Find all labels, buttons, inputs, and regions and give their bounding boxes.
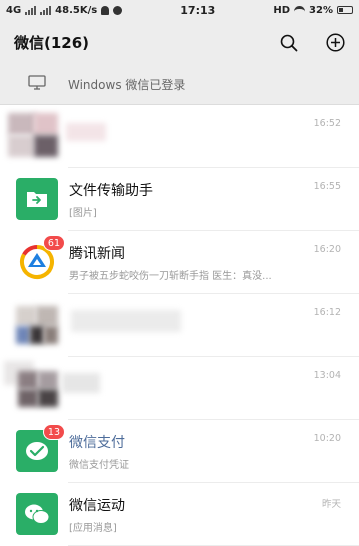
chat-time: 16:55	[313, 181, 341, 192]
avatar	[16, 304, 181, 346]
chat-item-blurred-1[interactable]: 16:52	[0, 105, 359, 168]
chat-time: 16:52	[313, 118, 341, 129]
battery-percent: 32%	[309, 4, 333, 16]
pc-login-bar[interactable]: Windows 微信已登录	[0, 65, 359, 105]
chat-item-tencent-news[interactable]: 61 腾讯新闻 男子被五步蛇咬伤一刀斩断手指 医生：真没... 16:20	[0, 231, 359, 294]
chat-item-wechat-sport[interactable]: 微信运动 [应用消息] 昨天	[0, 483, 359, 546]
search-icon[interactable]	[279, 33, 299, 53]
unread-badge: 61	[42, 235, 65, 251]
wifi-icon	[294, 6, 306, 14]
notification-icon	[101, 5, 110, 15]
signal-icon	[25, 5, 37, 15]
chat-preview: [图片]	[69, 208, 97, 219]
chat-item-wechat-pay[interactable]: 13 微信支付 微信支付凭证 10:20	[0, 420, 359, 483]
wechat-sport-icon	[16, 493, 58, 535]
file-transfer-icon	[16, 178, 58, 220]
pc-login-text: Windows 微信已登录	[68, 78, 186, 92]
hd-indicator: HD	[273, 4, 291, 16]
wechat-pay-icon: 13	[16, 424, 65, 472]
unread-badge: 13	[42, 424, 65, 440]
add-circle-icon[interactable]	[325, 33, 345, 53]
app-header: 微信(126)	[0, 20, 359, 65]
chat-item-blurred-2[interactable]: 16:12	[0, 294, 359, 357]
network-type: 4G	[6, 4, 22, 16]
monitor-icon	[28, 75, 46, 94]
chat-list: 16:52 文件传输助手 [图片] 16:55 61 腾讯新闻 男子被五步蛇咬伤…	[0, 105, 359, 546]
battery-icon	[336, 6, 353, 14]
avatar	[8, 113, 106, 157]
app-notification-icon	[113, 5, 123, 15]
tencent-news-icon: 61	[16, 235, 65, 283]
avatar	[4, 361, 100, 409]
chat-time: 昨天	[321, 499, 341, 510]
network-speed: 48.5K/s	[55, 4, 98, 16]
clock: 17:13	[180, 3, 216, 17]
chat-time: 10:20	[313, 433, 341, 444]
chat-time: 16:20	[313, 244, 341, 255]
chat-preview: [应用消息]	[69, 523, 117, 534]
signal-2-icon	[40, 5, 52, 15]
page-title: 微信(126)	[14, 34, 90, 52]
chat-item-blurred-3[interactable]: 13:04	[0, 357, 359, 420]
status-bar: 4G 48.5K/s 17:13 HD 32%	[0, 0, 359, 20]
chat-time: 13:04	[313, 370, 341, 381]
chat-preview: 微信支付凭证	[69, 460, 129, 471]
chat-name: 微信运动	[69, 498, 125, 514]
chat-preview: 男子被五步蛇咬伤一刀斩断手指 医生：真没...	[69, 271, 272, 282]
chat-time: 16:12	[313, 307, 341, 318]
chat-item-file-transfer[interactable]: 文件传输助手 [图片] 16:55	[0, 168, 359, 231]
